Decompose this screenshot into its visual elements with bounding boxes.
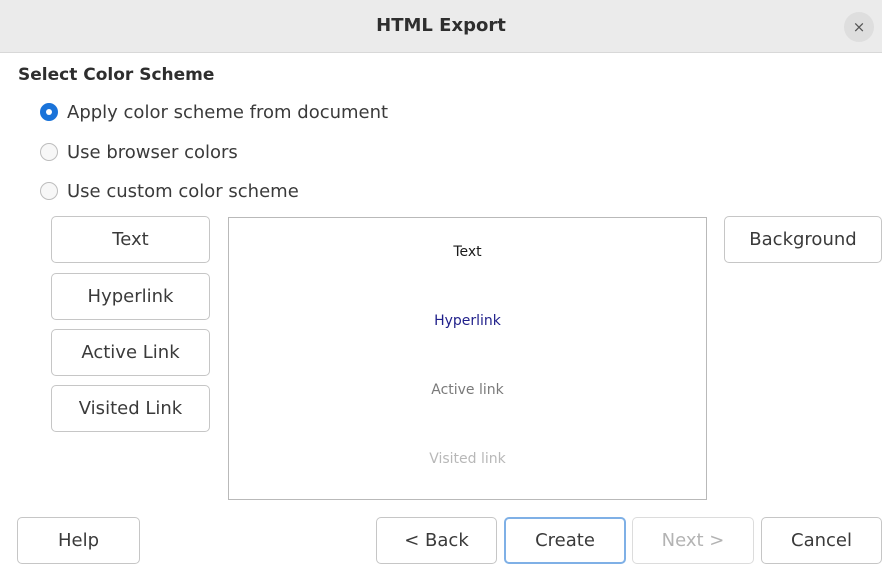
radio-use-custom-scheme[interactable]: Use custom color scheme — [40, 179, 299, 203]
dialog-title: HTML Export — [376, 15, 506, 36]
preview-hyperlink: Hyperlink — [434, 313, 501, 329]
radio-checked-icon[interactable] — [40, 103, 58, 121]
close-icon: × — [852, 18, 866, 36]
title-bar: HTML Export × — [0, 0, 882, 53]
section-heading: Select Color Scheme — [18, 65, 215, 85]
preview-active-link: Active link — [431, 382, 504, 398]
close-button[interactable]: × — [844, 12, 874, 42]
color-preview: Text Hyperlink Active link Visited link — [228, 217, 707, 500]
background-color-button[interactable]: Background — [724, 216, 882, 263]
preview-text: Text — [453, 244, 482, 260]
cancel-button[interactable]: Cancel — [761, 517, 882, 564]
radio-label: Use browser colors — [67, 141, 238, 163]
active-link-color-button[interactable]: Active Link — [51, 329, 210, 376]
text-color-button[interactable]: Text — [51, 216, 210, 263]
create-button[interactable]: Create — [504, 517, 626, 564]
radio-use-browser-colors[interactable]: Use browser colors — [40, 140, 238, 164]
radio-apply-document-scheme[interactable]: Apply color scheme from document — [40, 100, 388, 124]
radio-label: Apply color scheme from document — [67, 101, 389, 123]
back-button[interactable]: < Back — [376, 517, 497, 564]
hyperlink-color-button[interactable]: Hyperlink — [51, 273, 210, 320]
next-button: Next > — [632, 517, 754, 564]
preview-visited-link: Visited link — [429, 451, 506, 467]
radio-label: Use custom color scheme — [67, 180, 299, 202]
visited-link-color-button[interactable]: Visited Link — [51, 385, 210, 432]
radio-unchecked-icon[interactable] — [40, 143, 58, 161]
radio-unchecked-icon[interactable] — [40, 182, 58, 200]
help-button[interactable]: Help — [17, 517, 140, 564]
